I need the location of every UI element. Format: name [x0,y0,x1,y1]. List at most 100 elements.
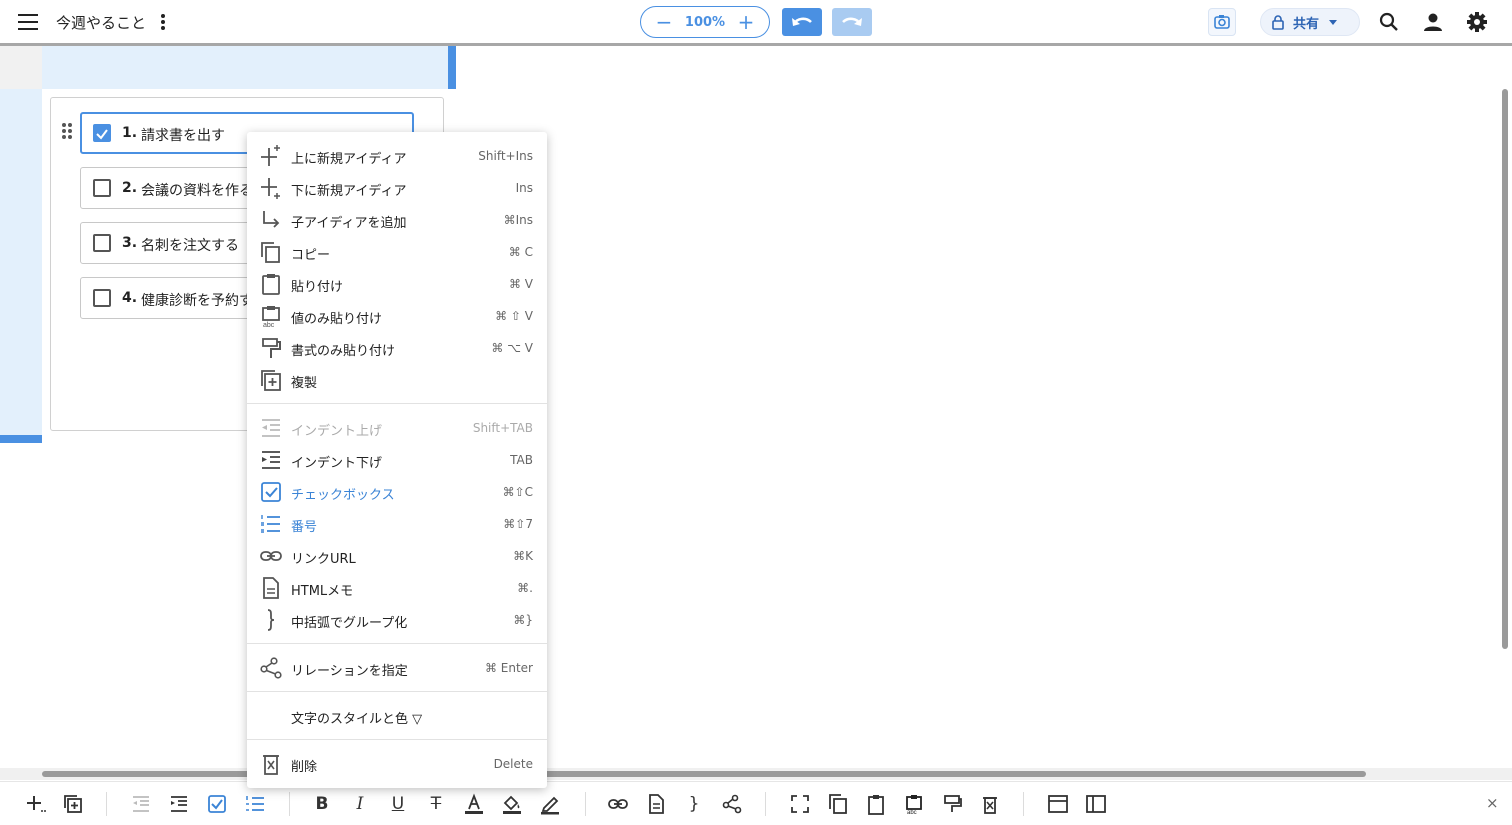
menu-item-label: 書式のみ貼り付け [291,344,396,359]
window-icon[interactable] [1046,792,1070,816]
menu-item-group[interactable]: 中括弧でグループ化 ⌘} [247,604,547,636]
checkbox-icon[interactable] [205,792,229,816]
close-icon[interactable]: × [1486,794,1499,812]
checkbox[interactable] [93,234,111,252]
paste-icon [262,274,280,295]
sidebar-icon[interactable] [1084,792,1108,816]
menu-item-link[interactable]: リンクURL ⌘K [247,540,547,572]
more-options-icon[interactable] [157,12,169,32]
add-idea-icon[interactable] [24,792,48,816]
vertical-scrollbar[interactable] [1502,89,1508,649]
delete-icon[interactable] [978,792,1002,816]
gear-icon[interactable] [1465,10,1489,34]
menu-item-relation[interactable]: リレーションを指定 ⌘ Enter [247,652,547,684]
menu-item-shortcut: ⌘ ⇧ V [495,309,533,323]
menu-item-paste-values[interactable]: abc 値のみ貼り付け ⌘ ⇧ V [247,300,547,332]
menu-icon[interactable] [14,11,42,33]
item-text[interactable]: 請求書を出す [141,125,225,145]
paste-values-icon[interactable]: abc [902,792,926,816]
paste-icon[interactable] [864,792,888,816]
text-color-icon[interactable] [462,792,486,816]
brace-icon[interactable]: } [682,792,706,816]
column-resize-handle[interactable] [448,46,456,89]
menu-item-delete[interactable]: 削除 Delete [247,748,547,780]
zoom-level: 100% [684,14,726,30]
duplicate-icon [261,370,281,391]
checkbox-checked[interactable] [93,124,111,142]
menu-item-shortcut: ⌘ Enter [484,661,533,675]
paste-values-icon: abc [262,306,280,328]
subdirectory-arrow-icon [263,211,280,228]
copy-icon[interactable] [826,792,850,816]
menu-item-shortcut: ⌘⇧7 [503,517,533,531]
relation-icon[interactable] [720,792,744,816]
note-icon [263,577,279,599]
redo-icon [842,17,862,26]
fill-color-icon[interactable] [500,792,524,816]
camera-button[interactable] [1208,8,1236,36]
menu-item-shortcut: ⌘⇧C [502,485,533,499]
zoom-out-button[interactable]: − [655,12,673,32]
fit-screen-icon[interactable] [788,792,812,816]
menu-item-numbering[interactable]: 番号 ⌘⇧7 [247,508,547,540]
checkbox[interactable] [93,289,111,307]
menu-item-duplicate[interactable]: 複製 [247,364,547,396]
row-resize-handle[interactable] [0,435,42,443]
horizontal-scrollbar[interactable] [42,771,1366,777]
link-icon [260,551,282,561]
menu-item-label: 番号 [291,520,318,535]
menu-item-indent[interactable]: インデント下げ TAB [247,444,547,476]
strikethrough-icon[interactable]: T [424,792,448,816]
menu-item-add-child[interactable]: 子アイディアを追加 ⌘Ins [247,204,547,236]
paste-format-icon[interactable] [940,792,964,816]
item-number: 1. [122,125,138,141]
user-icon[interactable] [1421,10,1445,34]
numbered-list-icon[interactable] [243,792,267,816]
checkmark-icon [96,129,108,140]
menu-item-paste-format[interactable]: 書式のみ貼り付け ⌘ ⌥ V [247,332,547,364]
menu-item-label: コピー [291,248,331,263]
link-icon[interactable] [606,792,630,816]
checkbox[interactable] [93,179,111,197]
menu-item-label: リンクURL [291,552,356,567]
menu-divider [247,643,547,644]
item-text[interactable]: 名刺を注文する [141,235,239,255]
bold-icon[interactable]: B [310,792,334,816]
share-label: 共有 [1293,16,1320,32]
redo-button[interactable] [832,8,872,36]
zoom-in-button[interactable]: + [737,12,755,32]
drag-handle-icon[interactable] [62,123,74,141]
menu-item-insert-above[interactable]: 上に新規アイディア Shift+Ins [247,140,547,172]
menu-item-shortcut: Shift+TAB [472,421,533,435]
menu-item-insert-below[interactable]: 下に新規アイディア Ins [247,172,547,204]
chevron-down-icon [1329,19,1338,25]
pen-color-icon[interactable] [538,792,562,816]
context-menu: 上に新規アイディア Shift+Ins 下に新規アイディア Ins 子アイディア… [247,132,547,788]
undo-button[interactable] [782,8,822,36]
share-button[interactable]: 共有 [1260,8,1360,36]
menu-item-html-memo[interactable]: HTMLメモ ⌘. [247,572,547,604]
underline-icon[interactable]: U [386,792,410,816]
column-header-band [42,46,448,89]
menu-item-outdent[interactable]: インデント上げ Shift+TAB [247,412,547,444]
item-text[interactable]: 会議の資料を作る [141,180,253,200]
menu-item-label: HTMLメモ [291,584,354,599]
menu-item-copy[interactable]: コピー ⌘ C [247,236,547,268]
toolbar-divider [289,792,290,816]
menu-item-paste[interactable]: 貼り付け ⌘ V [247,268,547,300]
search-icon[interactable] [1377,10,1401,34]
menu-item-checkbox[interactable]: チェックボックス ⌘⇧C [247,476,547,508]
menu-item-text-style[interactable]: 文字のスタイルと色 ▽ [247,700,547,732]
menu-item-shortcut: ⌘ C [508,245,533,259]
duplicate-icon[interactable] [61,792,85,816]
zoom-control: − 100% + [640,6,770,38]
outdent-icon[interactable] [129,792,153,816]
item-number: 4. [122,290,138,306]
indent-icon[interactable] [167,792,191,816]
toolbar-divider [585,792,586,816]
italic-icon[interactable]: I [348,792,372,816]
brace-icon [267,609,275,631]
document-title[interactable]: 今週やること [56,12,146,33]
note-icon[interactable] [644,792,668,816]
menu-divider [247,691,547,692]
